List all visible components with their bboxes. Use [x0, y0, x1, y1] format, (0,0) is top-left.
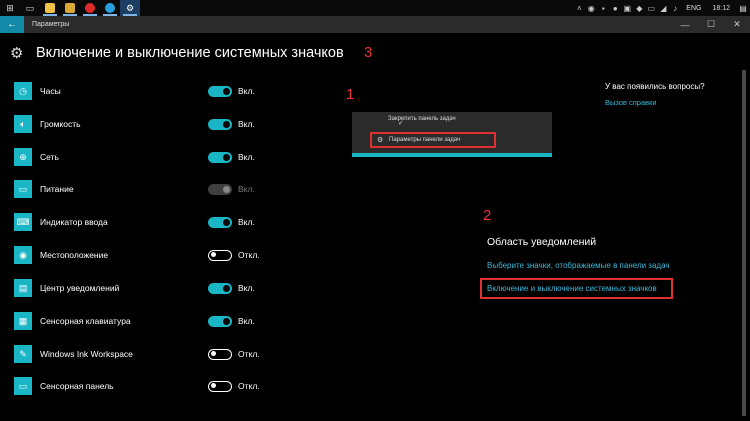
toggle-state: Вкл. — [238, 217, 255, 227]
annotation-marker-3: 3 — [364, 44, 373, 61]
system-tray: ˄ ◉ ▪ ● ▣ ◆ ▭ ◢ ♪ ENG 18:12 ▤ — [573, 0, 750, 16]
help-link[interactable]: Вызов справки — [605, 98, 657, 107]
action-center-icon[interactable]: ▤ — [736, 0, 750, 16]
settings-icon[interactable]: ⚙ — [120, 0, 140, 16]
context-menu-item-taskbar-settings: ⚙ Параметры панели задач — [370, 132, 496, 148]
chevron-up-icon[interactable]: ˄ — [573, 0, 585, 16]
toggle-switch[interactable] — [208, 118, 232, 130]
context-menu-label: Параметры панели задач — [389, 137, 461, 143]
minimize-icon[interactable]: — — [672, 16, 698, 33]
tray-app-icon[interactable]: ▪ — [597, 0, 609, 16]
volume-icon: 🔈︎ — [14, 115, 32, 133]
windows-start-icon[interactable]: ⊞ — [0, 0, 20, 16]
toggle-state: Откл. — [238, 250, 260, 260]
list-item: ▤ Центр уведомлений Вкл. — [14, 277, 264, 299]
toggle-switch[interactable] — [208, 249, 232, 261]
toggle-switch[interactable] — [208, 282, 232, 294]
toggle-switch[interactable] — [208, 380, 232, 392]
list-item: 🔈︎ Громкость Вкл. — [14, 113, 264, 135]
window-title: Параметры — [32, 21, 70, 28]
clock[interactable]: 18:12 — [706, 5, 736, 12]
explorer-icon[interactable] — [40, 0, 60, 16]
check-icon: ✓ — [398, 120, 404, 127]
tray-app-icon[interactable]: ◉ — [585, 0, 597, 16]
setting-label: Питание — [40, 184, 74, 194]
battery-icon[interactable]: ▭ — [645, 0, 657, 16]
list-item: ◷ Часы Вкл. — [14, 80, 264, 102]
setting-label: Сеть — [40, 152, 59, 162]
task-view-icon[interactable]: ▭ — [20, 0, 40, 16]
annotation-marker-1: 1 — [346, 86, 355, 103]
tray-app-icon[interactable]: ◆ — [633, 0, 645, 16]
annotation-marker-2: 2 — [483, 207, 492, 224]
list-item: ⌨ Индикатор ввода Вкл. — [14, 211, 264, 233]
setting-label: Сенсорная клавиатура — [40, 316, 131, 326]
notification-icon: ▤ — [14, 279, 32, 297]
tray-app-icon[interactable]: ▣ — [621, 0, 633, 16]
skype-icon[interactable] — [100, 0, 120, 16]
toggle-state: Вкл. — [238, 316, 255, 326]
back-button[interactable]: ← — [0, 16, 24, 33]
toggle-switch[interactable] — [208, 85, 232, 97]
volume-icon[interactable]: ♪ — [669, 0, 681, 16]
setting-label: Индикатор ввода — [40, 217, 108, 227]
pen-icon: ✎ — [14, 345, 32, 363]
list-item: ▭ Питание Вкл. — [14, 178, 264, 200]
system-icons-link[interactable]: Включение и выключение системных значков — [487, 284, 657, 293]
toggle-switch[interactable] — [208, 216, 232, 228]
list-item: ◉ Местоположение Откл. — [14, 244, 264, 266]
battery-icon: ▭ — [14, 180, 32, 198]
help-question: У вас появились вопросы? — [605, 82, 705, 91]
toggle-state: Вкл. — [238, 86, 255, 96]
taskbar-context-menu-screenshot: ✓ Закрепить панель задач ⚙ Параметры пан… — [352, 112, 552, 157]
toggle-state: Откл. — [238, 381, 260, 391]
window-controls: — ☐ ✕ — [672, 16, 750, 33]
clock-icon: ◷ — [14, 82, 32, 100]
list-item: ✎ Windows Ink Workspace Откл. — [14, 343, 264, 365]
setting-label: Windows Ink Workspace — [40, 349, 133, 359]
toggle-switch[interactable] — [208, 315, 232, 327]
page-header: ⚙ Включение и выключение системных значк… — [10, 44, 344, 62]
context-menu-item-lock-taskbar: ✓ Закрепить панель задач — [376, 116, 456, 127]
list-item: ⊕ Сеть Вкл. — [14, 146, 264, 168]
maximize-icon[interactable]: ☐ — [698, 16, 724, 33]
toggle-switch[interactable] — [208, 151, 232, 163]
location-icon: ◉ — [14, 246, 32, 264]
input-language[interactable]: ENG — [681, 5, 706, 12]
keyboard-icon: ⌨ — [14, 213, 32, 231]
gear-icon: ⚙ — [377, 137, 384, 144]
setting-label: Местоположение — [40, 250, 109, 260]
opera-icon[interactable] — [80, 0, 100, 16]
taskbar: ⊞ ▭ ⚙ ˄ ◉ ▪ ● ▣ ◆ ▭ ◢ ♪ ENG 18:12 ▤ — [0, 0, 750, 16]
setting-label: Сенсорная панель — [40, 381, 114, 391]
scrollbar[interactable] — [742, 70, 746, 416]
folder-icon[interactable] — [60, 0, 80, 16]
touch-keyboard-icon: ▦ — [14, 312, 32, 330]
notification-area-title: Область уведомлений — [487, 236, 597, 248]
toggle-switch — [208, 183, 232, 195]
page-title: Включение и выключение системных значков — [36, 45, 344, 61]
network-icon: ⊕ — [14, 148, 32, 166]
network-icon[interactable]: ◢ — [657, 0, 669, 16]
list-item: ▭ Сенсорная панель Откл. — [14, 375, 264, 397]
select-icons-link[interactable]: Выберите значки, отображаемые в панели з… — [487, 261, 670, 270]
setting-label: Центр уведомлений — [40, 283, 120, 293]
toggle-state: Вкл. — [238, 152, 255, 162]
toggle-switch[interactable] — [208, 348, 232, 360]
system-icons-link-highlight[interactable]: Включение и выключение системных значков — [480, 278, 673, 299]
toggle-state: Вкл. — [238, 184, 255, 194]
setting-label: Громкость — [40, 119, 81, 129]
tray-app-icon[interactable]: ● — [609, 0, 621, 16]
gear-icon: ⚙ — [10, 45, 24, 62]
window-titlebar: ← Параметры — ☐ ✕ — [0, 16, 750, 33]
toggle-state: Откл. — [238, 349, 260, 359]
toggle-state: Вкл. — [238, 283, 255, 293]
touchpad-icon: ▭ — [14, 377, 32, 395]
setting-label: Часы — [40, 86, 61, 96]
toggle-state: Вкл. — [238, 119, 255, 129]
taskbar-stripe — [352, 153, 552, 157]
close-icon[interactable]: ✕ — [724, 16, 750, 33]
list-item: ▦ Сенсорная клавиатура Вкл. — [14, 310, 264, 332]
